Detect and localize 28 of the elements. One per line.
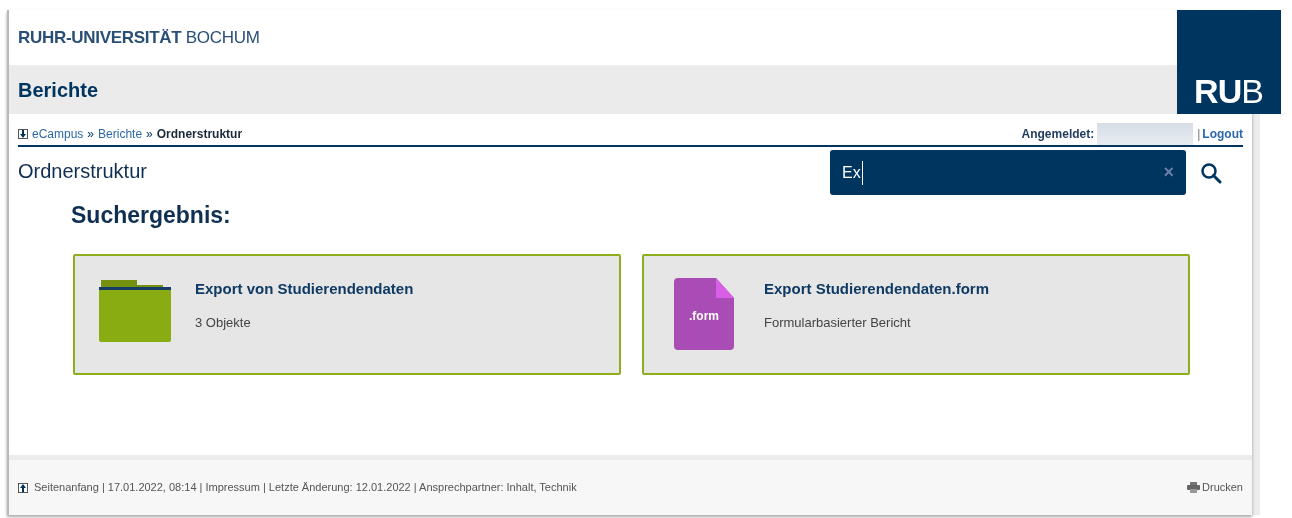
rub-logo: RUB bbox=[1177, 10, 1281, 114]
logged-in-label: Angemeldet: bbox=[1021, 125, 1095, 143]
separator: | bbox=[1197, 125, 1201, 143]
result-title: Export Studierendendaten.form bbox=[764, 278, 990, 299]
folder-icon bbox=[99, 277, 171, 342]
search-icon[interactable] bbox=[1200, 161, 1222, 184]
printer-icon bbox=[1187, 482, 1201, 493]
search-field[interactable]: Ex × bbox=[830, 150, 1186, 195]
footer-text: Seitenanfang | 17.01.2022, 08:14 | Impressum | Letzte Änderung: 12.01.2022 | Ansprechpartner: Inhalt, Technik bbox=[34, 480, 577, 496]
breadcrumb-separator: » bbox=[87, 125, 95, 143]
result-card[interactable]: Export von Studierendendaten 3 Objekte bbox=[73, 253, 621, 375]
current-page-label: Ordnerstruktur bbox=[156, 125, 243, 143]
breadcrumb-separator: » bbox=[146, 125, 153, 143]
breadcrumb-link[interactable]: Berichte bbox=[98, 124, 143, 143]
result-title: Export von Studierendendaten bbox=[195, 278, 414, 299]
result-subtitle: Formularbasierter Bericht bbox=[764, 314, 912, 332]
file-icon: .form bbox=[674, 277, 734, 350]
download-arrow-icon bbox=[18, 128, 28, 139]
top-arrow-icon[interactable] bbox=[18, 482, 28, 493]
section-heading: Ordnerstruktur bbox=[18, 159, 147, 184]
breadcrumb-link[interactable]: eCampus bbox=[32, 124, 84, 143]
page-title: Berichte bbox=[18, 77, 99, 103]
university-name: RUHR-UNIVERSITÄT BOCHUM bbox=[18, 26, 260, 49]
print-link[interactable]: Drucken bbox=[1187, 479, 1243, 496]
result-subtitle: 3 Objekte bbox=[195, 314, 252, 332]
result-card[interactable]: .form Export Studierendendaten.form Formularbasierter Bericht bbox=[642, 253, 1190, 375]
logout-link[interactable]: Logout bbox=[1202, 124, 1243, 143]
results-heading: Suchergebnis: bbox=[71, 201, 232, 230]
